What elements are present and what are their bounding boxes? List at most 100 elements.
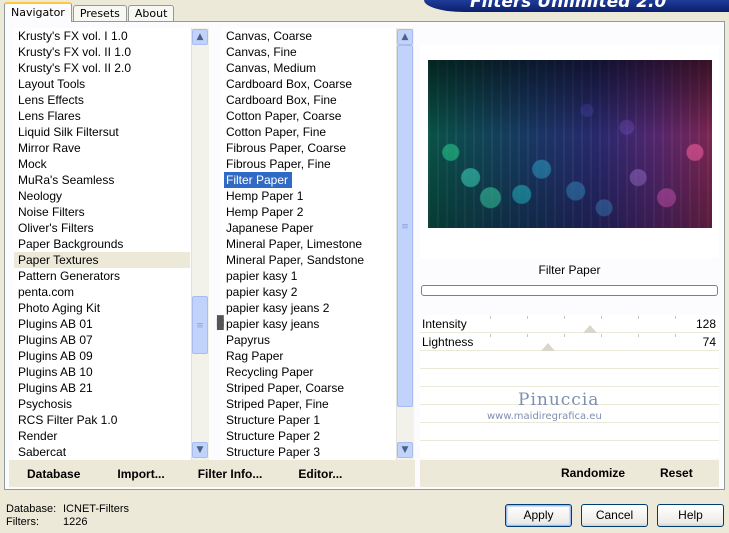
- category-item-label: Liquid Silk Filtersut: [18, 125, 119, 139]
- slider-handle[interactable]: [540, 343, 555, 351]
- help-button[interactable]: Help: [657, 504, 724, 527]
- filter-item[interactable]: Cardboard Box, Fine: [222, 92, 396, 108]
- filter-item[interactable]: Structure Paper 3: [222, 444, 396, 460]
- category-item-label: Sabercat: [18, 445, 67, 459]
- category-scrollbar[interactable]: ▲ ≡ ▼: [191, 28, 209, 460]
- slider-value: 74: [702, 335, 716, 349]
- filter-item[interactable]: Mineral Paper, Limestone: [222, 236, 396, 252]
- category-item[interactable]: Mock: [14, 156, 190, 172]
- category-item[interactable]: Plugins AB 10: [14, 364, 190, 380]
- category-item-label: Paper Textures: [18, 253, 99, 267]
- filter-item[interactable]: Cotton Paper, Coarse: [222, 108, 396, 124]
- editor-button[interactable]: Editor...: [298, 467, 342, 481]
- apply-button[interactable]: Apply: [505, 504, 572, 527]
- category-item[interactable]: Mirror Rave: [14, 140, 190, 156]
- filter-item[interactable]: papier kasy jeans: [222, 316, 396, 332]
- slider-empty: [420, 351, 719, 369]
- filter-item[interactable]: Recycling Paper: [222, 364, 396, 380]
- filter-item-label: Hemp Paper 1: [226, 189, 304, 203]
- filter-item[interactable]: Striped Paper, Fine: [222, 396, 396, 412]
- filter-item[interactable]: Canvas, Fine: [222, 44, 396, 60]
- filter-item[interactable]: Japanese Paper: [222, 220, 396, 236]
- category-item[interactable]: Noise Filters: [14, 204, 190, 220]
- category-item-label: Pattern Generators: [18, 269, 121, 283]
- filter-item-label: Canvas, Fine: [226, 45, 297, 59]
- category-item[interactable]: Plugins AB 01: [14, 316, 190, 332]
- filter-item-label: Cardboard Box, Fine: [226, 93, 337, 107]
- filter-item[interactable]: papier kasy jeans 2: [222, 300, 396, 316]
- filter-item[interactable]: Cardboard Box, Coarse: [222, 76, 396, 92]
- category-item[interactable]: Psychosis: [14, 396, 190, 412]
- database-button[interactable]: Database: [27, 467, 80, 481]
- category-item[interactable]: MuRa's Seamless: [14, 172, 190, 188]
- filter-item[interactable]: Fibrous Paper, Fine: [222, 156, 396, 172]
- filter-item[interactable]: Canvas, Medium: [222, 60, 396, 76]
- category-item-label: Layout Tools: [18, 77, 86, 91]
- filter-info-button[interactable]: Filter Info...: [198, 467, 263, 481]
- filter-item[interactable]: papier kasy 1: [222, 268, 396, 284]
- category-item[interactable]: Plugins AB 09: [14, 348, 190, 364]
- filter-item[interactable]: Canvas, Coarse: [222, 28, 396, 44]
- cancel-button[interactable]: Cancel: [581, 504, 648, 527]
- scroll-thumb[interactable]: ≡: [192, 296, 208, 354]
- category-item[interactable]: Render: [14, 428, 190, 444]
- slider-handle[interactable]: [582, 325, 597, 333]
- category-item[interactable]: Sabercat: [14, 444, 190, 460]
- filter-item[interactable]: Rag Paper: [222, 348, 396, 364]
- filter-item[interactable]: Filter Paper: [222, 172, 396, 188]
- category-item[interactable]: Paper Backgrounds: [14, 236, 190, 252]
- slider-intensity[interactable]: Intensity 128: [420, 315, 719, 333]
- category-item[interactable]: Photo Aging Kit: [14, 300, 190, 316]
- category-item-label: Mirror Rave: [18, 141, 81, 155]
- filter-scrollbar[interactable]: ▲ ≡ ▼: [396, 28, 414, 460]
- category-item-label: Plugins AB 01: [18, 317, 93, 331]
- category-item[interactable]: Layout Tools: [14, 76, 190, 92]
- filter-item-label: Striped Paper, Coarse: [226, 381, 345, 395]
- category-list[interactable]: Krusty's FX vol. I 1.0 Krusty's FX vol. I…: [14, 28, 190, 460]
- filter-item[interactable]: Hemp Paper 2: [222, 204, 396, 220]
- scroll-up-icon[interactable]: ▲: [397, 29, 413, 45]
- reset-button[interactable]: Reset: [660, 466, 693, 480]
- category-item[interactable]: Pattern Generators: [14, 268, 190, 284]
- category-item[interactable]: penta.com: [14, 284, 190, 300]
- tab-presets[interactable]: Presets: [72, 5, 127, 22]
- filter-item[interactable]: Structure Paper 2: [222, 428, 396, 444]
- category-item[interactable]: Lens Flares: [14, 108, 190, 124]
- filter-item-label: Filter Paper: [224, 172, 293, 188]
- randomize-button[interactable]: Randomize: [561, 466, 625, 480]
- filter-item[interactable]: Fibrous Paper, Coarse: [222, 140, 396, 156]
- filter-item-label: Papyrus: [226, 333, 271, 347]
- scroll-down-icon[interactable]: ▼: [397, 442, 413, 458]
- filter-item[interactable]: Cotton Paper, Fine: [222, 124, 396, 140]
- drag-grip-icon: ■ ■ ■: [216, 314, 225, 332]
- scroll-down-icon[interactable]: ▼: [192, 442, 208, 458]
- slider-lightness[interactable]: Lightness 74: [420, 333, 719, 351]
- category-item[interactable]: Krusty's FX vol. I 1.0: [14, 28, 190, 44]
- category-item[interactable]: Plugins AB 07: [14, 332, 190, 348]
- scroll-thumb[interactable]: ≡: [397, 45, 413, 407]
- filter-item[interactable]: Papyrus: [222, 332, 396, 348]
- category-item[interactable]: Neology: [14, 188, 190, 204]
- filter-item[interactable]: Structure Paper 1: [222, 412, 396, 428]
- category-item[interactable]: RCS Filter Pak 1.0: [14, 412, 190, 428]
- category-item[interactable]: Oliver's Filters: [14, 220, 190, 236]
- category-item[interactable]: Plugins AB 21: [14, 380, 190, 396]
- category-item-label: Krusty's FX vol. II 2.0: [18, 61, 131, 75]
- category-item[interactable]: Liquid Silk Filtersut: [14, 124, 190, 140]
- filter-item-label: Rag Paper: [226, 349, 284, 363]
- category-item[interactable]: Lens Effects: [14, 92, 190, 108]
- filter-list[interactable]: Canvas, Coarse Canvas, Fine Canvas, Medium…: [222, 28, 396, 460]
- filter-item[interactable]: papier kasy 2: [222, 284, 396, 300]
- tab-about[interactable]: About: [127, 5, 175, 22]
- banner-title: Filters Unlimited 2.0: [470, 0, 667, 12]
- progress-bar: [421, 285, 718, 296]
- filter-item[interactable]: Striped Paper, Coarse: [222, 380, 396, 396]
- category-item[interactable]: Krusty's FX vol. II 1.0: [14, 44, 190, 60]
- tab-navigator[interactable]: Navigator: [4, 2, 72, 22]
- import-button[interactable]: Import...: [117, 467, 164, 481]
- filter-item[interactable]: Mineral Paper, Sandstone: [222, 252, 396, 268]
- filter-item[interactable]: Hemp Paper 1: [222, 188, 396, 204]
- category-item[interactable]: Krusty's FX vol. II 2.0: [14, 60, 190, 76]
- category-item[interactable]: Paper Textures: [14, 252, 190, 268]
- scroll-up-icon[interactable]: ▲: [192, 29, 208, 45]
